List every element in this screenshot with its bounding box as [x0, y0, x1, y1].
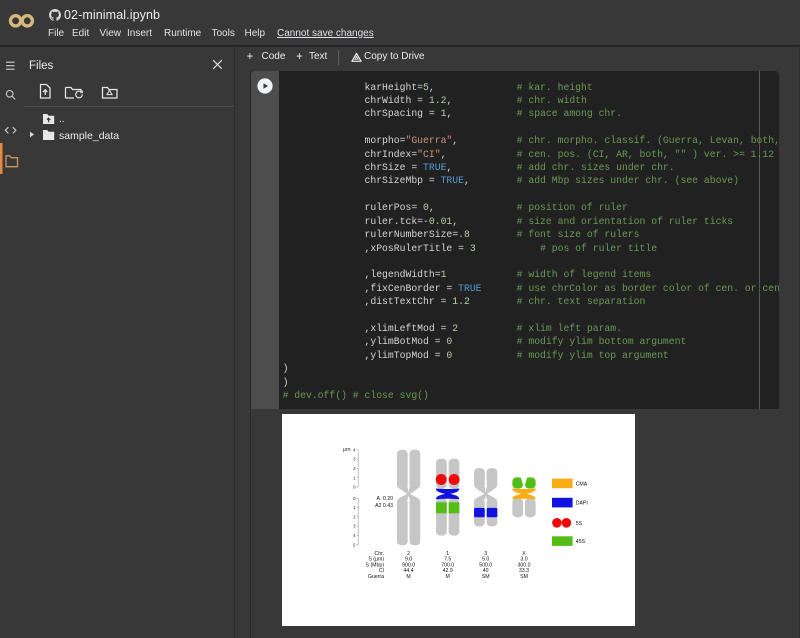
svg-text:SM: SM [482, 574, 490, 580]
svg-text:4: 4 [353, 533, 356, 538]
svg-text:CMA: CMA [576, 481, 588, 487]
svg-text:M: M [446, 574, 450, 580]
svg-text:45S: 45S [576, 539, 586, 545]
svg-text:A 0.20: A 0.20 [377, 496, 394, 502]
svg-text:3: 3 [353, 456, 356, 461]
svg-text:0: 0 [353, 484, 356, 489]
svg-text:3: 3 [353, 523, 356, 528]
svg-text:1: 1 [353, 475, 356, 480]
svg-text:SM: SM [520, 574, 528, 580]
svg-text:µm: µm [343, 447, 351, 453]
svg-text:5: 5 [353, 542, 356, 547]
svg-text:M: M [406, 574, 410, 580]
svg-text:A2 0.43: A2 0.43 [375, 502, 393, 508]
svg-text:DAPI: DAPI [576, 500, 588, 506]
svg-text:4: 4 [353, 447, 356, 452]
svg-text:0: 0 [353, 495, 356, 500]
svg-text:2: 2 [353, 466, 356, 471]
svg-text:Guerra: Guerra [368, 574, 384, 580]
svg-text:2: 2 [353, 514, 356, 519]
svg-text:1: 1 [353, 505, 356, 510]
svg-text:5S: 5S [576, 520, 583, 526]
